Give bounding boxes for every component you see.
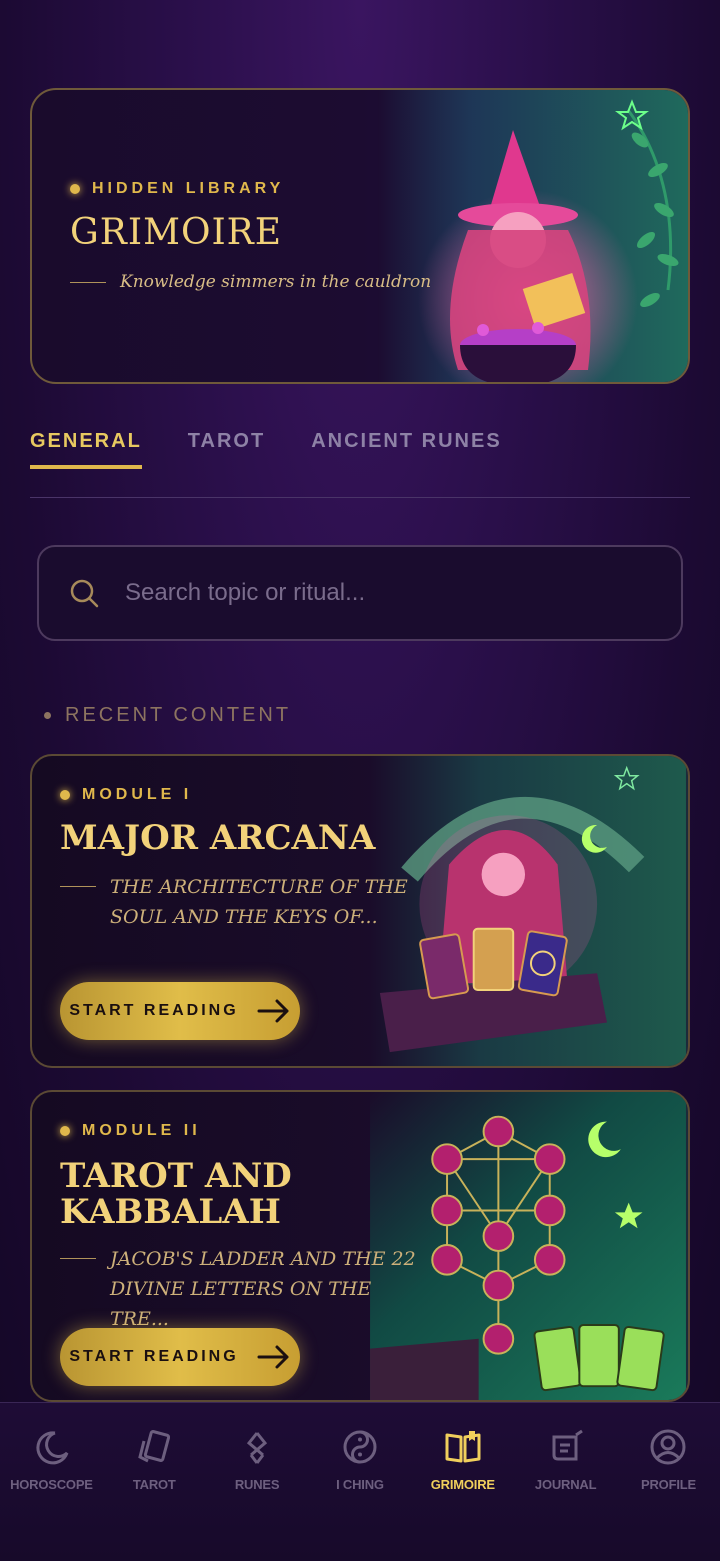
- module-2-description: JACOB'S LADDER AND THE 22 DIVINE LETTERS…: [60, 1244, 420, 1334]
- start-reading-button[interactable]: START READING: [60, 1328, 300, 1386]
- tab-tarot[interactable]: TAROT: [188, 430, 265, 469]
- hero-eyebrow: HIDDEN LIBRARY: [70, 180, 284, 198]
- module-1-rule: [60, 886, 96, 887]
- hero-subtitle: Knowledge simmers in the cauldron: [70, 272, 431, 292]
- module-2-title: TAROT AND KABBALAH: [60, 1156, 292, 1232]
- tabs-divider: [30, 497, 690, 498]
- search-bar: [37, 545, 683, 641]
- rune-icon: [247, 1432, 268, 1464]
- module-2-description-text: JACOB'S LADDER AND THE 22 DIVINE LETTERS…: [110, 1248, 416, 1330]
- profile-icon: [650, 1429, 686, 1465]
- nav-item-runes[interactable]: RUNES: [206, 1427, 308, 1561]
- nav-label: PROFILE: [641, 1477, 696, 1492]
- module-1-eyebrow-label: MODULE I: [82, 786, 193, 803]
- hero-eyebrow-label: HIDDEN LIBRARY: [92, 180, 285, 197]
- witch-cauldron-illustration: [378, 90, 688, 382]
- nav-item-journal[interactable]: JOURNAL: [515, 1427, 617, 1561]
- nav-label: TAROT: [132, 1477, 176, 1492]
- search-icon: [70, 579, 99, 608]
- module-1-description: THE ARCHITECTURE OF THE SOUL AND THE KEY…: [60, 872, 420, 932]
- nav-item-i-ching[interactable]: I CHING: [309, 1427, 411, 1561]
- start-reading-button[interactable]: START READING: [60, 982, 300, 1040]
- nav-item-profile[interactable]: PROFILE: [617, 1427, 719, 1561]
- start-reading-label: START READING: [69, 1002, 239, 1019]
- module-2-dot: [60, 1126, 70, 1136]
- book-icon: [445, 1431, 481, 1463]
- arrow-right-icon: [257, 1345, 289, 1369]
- module-card-tarot-kabbalah[interactable]: MODULE II TAROT AND KABBALAH JACOB'S LAD…: [30, 1090, 690, 1402]
- module-1-title: MAJOR ARCANA: [60, 818, 376, 858]
- nav-label: RUNES: [234, 1477, 280, 1492]
- nav-label: HOROSCOPE: [10, 1477, 93, 1492]
- section-recent-content: RECENT CONTENT: [44, 704, 291, 727]
- bottom-navigation: HOROSCOPE TAROT RUNES I CHING GRIMOIRE J…: [0, 1402, 720, 1561]
- yin-yang-icon: [343, 1430, 377, 1464]
- arrow-right-icon: [257, 999, 289, 1023]
- cards-icon: [138, 1430, 171, 1463]
- module-card-major-arcana[interactable]: MODULE I MAJOR ARCANA THE ARCHITECTURE O…: [30, 754, 690, 1068]
- section-label: RECENT CONTENT: [65, 704, 292, 726]
- hero-subtitle-rule: [70, 281, 106, 283]
- journal-icon: [552, 1429, 583, 1461]
- nav-label: I CHING: [336, 1477, 384, 1492]
- module-2-rule: [60, 1258, 96, 1259]
- nav-item-tarot[interactable]: TAROT: [103, 1427, 205, 1561]
- moon-icon: [36, 1431, 69, 1465]
- module-1-dot: [60, 790, 70, 800]
- module-2-eyebrow: MODULE II: [60, 1122, 201, 1140]
- start-reading-label: START READING: [69, 1348, 239, 1365]
- tab-ancient-runes[interactable]: ANCIENT RUNES: [311, 430, 501, 469]
- module-1-eyebrow: MODULE I: [60, 786, 192, 804]
- hero-title: GRIMOIRE: [70, 212, 283, 253]
- nav-item-grimoire[interactable]: GRIMOIRE: [412, 1427, 514, 1561]
- tab-general[interactable]: GENERAL: [30, 430, 142, 469]
- hero-eyebrow-dot: [70, 184, 80, 194]
- section-dot: [44, 712, 51, 719]
- hero-banner: HIDDEN LIBRARY GRIMOIRE Knowledge simmer…: [30, 88, 690, 384]
- search-input[interactable]: [125, 579, 625, 607]
- nav-label: JOURNAL: [534, 1477, 597, 1492]
- module-2-eyebrow-label: MODULE II: [82, 1122, 201, 1139]
- category-tabs: GENERAL TAROT ANCIENT RUNES: [30, 430, 502, 469]
- module-1-description-text: THE ARCHITECTURE OF THE SOUL AND THE KEY…: [110, 876, 408, 928]
- nav-label: GRIMOIRE: [430, 1477, 495, 1492]
- hero-subtitle-text: Knowledge simmers in the cauldron: [120, 272, 432, 292]
- nav-item-horoscope[interactable]: HOROSCOPE: [0, 1427, 102, 1561]
